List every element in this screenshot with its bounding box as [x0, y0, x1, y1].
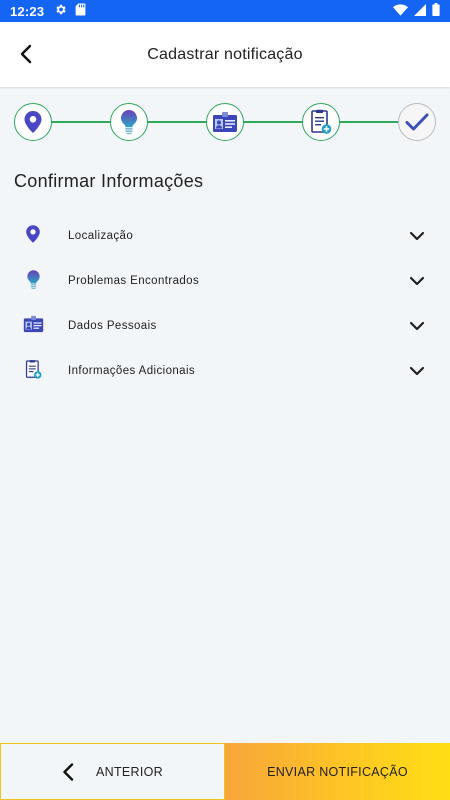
document-add-icon [311, 109, 332, 134]
progress-stepper [0, 100, 450, 144]
list-item-location[interactable]: Localização [0, 213, 450, 258]
page-title: Cadastrar notificação [147, 45, 303, 63]
chevron-down-icon[interactable] [408, 227, 426, 245]
lightbulb-icon [121, 110, 137, 135]
status-time: 12:23 [10, 3, 45, 19]
settings-icon [54, 3, 67, 19]
step-connector [340, 121, 398, 123]
lightbulb-icon [26, 269, 40, 289]
step-problems[interactable] [110, 103, 148, 141]
previous-button[interactable]: ANTERIOR [0, 743, 225, 800]
list-item-additional-info[interactable]: Informações Adicionais [0, 348, 450, 393]
chevron-left-icon [63, 762, 74, 781]
step-additional-info[interactable] [302, 103, 340, 141]
step-connector [148, 121, 206, 123]
chevron-down-icon[interactable] [408, 272, 426, 290]
arrow-left-icon [20, 44, 32, 64]
step-connector [52, 121, 110, 123]
location-pin-icon [26, 225, 40, 243]
wifi-icon [393, 3, 408, 19]
battery-icon [432, 3, 440, 19]
id-card-icon [23, 315, 43, 333]
list-item-label: Problemas Encontrados [68, 274, 200, 287]
back-button[interactable] [14, 42, 38, 66]
list-item-personal-data[interactable]: Dados Pessoais [0, 303, 450, 348]
chevron-down-icon[interactable] [408, 362, 426, 380]
document-add-icon [25, 359, 41, 379]
app-bar: Cadastrar notificação [0, 22, 450, 87]
location-pin-icon [24, 111, 42, 133]
list-item-label: Localização [68, 229, 134, 242]
chevron-down-icon[interactable] [408, 317, 426, 335]
signal-icon [414, 3, 426, 19]
list-item-label: Dados Pessoais [68, 319, 157, 332]
step-personal-data[interactable] [206, 103, 244, 141]
section-title: Confirmar Informações [14, 171, 204, 191]
bottom-navigation: ANTERIOR ENVIAR NOTIFICAÇÃO [0, 743, 450, 800]
step-connector [244, 121, 302, 123]
confirmation-list: Localização Problemas Encontrados Dados … [0, 213, 450, 393]
send-notification-label: ENVIAR NOTIFICAÇÃO [267, 764, 408, 779]
step-confirm[interactable] [398, 103, 436, 141]
send-notification-button[interactable]: ENVIAR NOTIFICAÇÃO [225, 743, 450, 800]
id-card-icon [213, 112, 237, 132]
previous-button-label: ANTERIOR [96, 764, 163, 779]
checkmark-icon [405, 113, 429, 131]
list-item-label: Informações Adicionais [68, 364, 196, 377]
step-location[interactable] [14, 103, 52, 141]
sd-card-icon [75, 3, 86, 19]
status-bar: 12:23 [0, 0, 450, 22]
list-item-problems[interactable]: Problemas Encontrados [0, 258, 450, 303]
